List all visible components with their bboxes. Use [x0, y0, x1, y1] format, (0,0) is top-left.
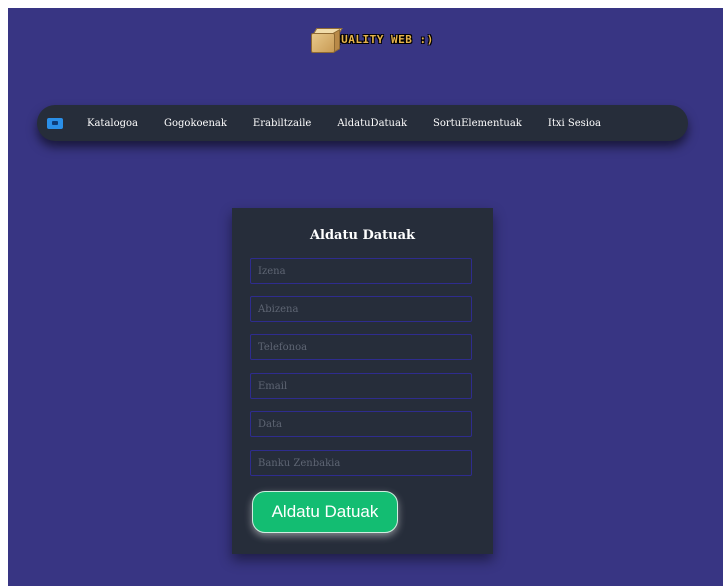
logo-text: QUALITY WEB :) [334, 32, 434, 46]
izena-input[interactable] [250, 258, 472, 284]
aldatu-datuak-button[interactable]: Aldatu Datuak [252, 491, 398, 533]
page-background: QUALITY WEB :) Katalogoa Gogokoenak Erab… [8, 8, 723, 586]
banku-zenbakia-input[interactable] [250, 450, 472, 476]
email-input[interactable] [250, 373, 472, 399]
form-title: Aldatu Datuak [309, 228, 416, 243]
navbar: Katalogoa Gogokoenak Erabiltzaile Aldatu… [37, 105, 688, 141]
data-input[interactable] [250, 411, 472, 437]
nav-item-erabiltzaile[interactable]: Erabiltzaile [253, 118, 311, 129]
edit-data-form: Aldatu Datuak Aldatu Datuak [232, 208, 493, 554]
nav-item-aldatudatuak[interactable]: AldatuDatuak [337, 118, 407, 129]
home-logo-icon[interactable] [47, 117, 63, 129]
nav-item-itxi-sesioa[interactable]: Itxi Sesioa [548, 118, 601, 129]
nav-item-katalogoa[interactable]: Katalogoa [87, 118, 138, 129]
nav-item-sortuelementuak[interactable]: SortuElementuak [433, 118, 522, 129]
telefonoa-input[interactable] [250, 334, 472, 360]
cardboard-box-icon [308, 26, 343, 54]
site-logo[interactable]: QUALITY WEB :) [308, 26, 434, 54]
abizena-input[interactable] [250, 296, 472, 322]
nav-item-gogokoenak[interactable]: Gogokoenak [164, 118, 227, 129]
